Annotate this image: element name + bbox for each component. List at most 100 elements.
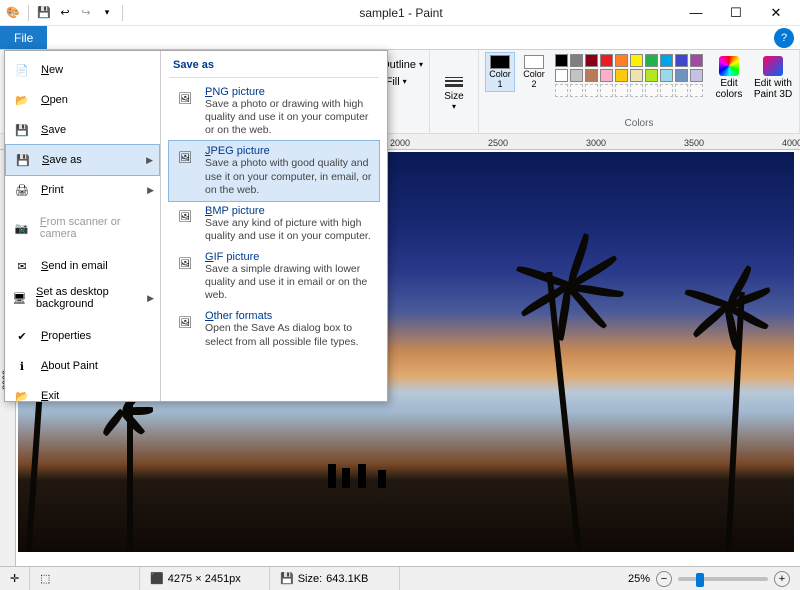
palette-color[interactable]: [645, 84, 658, 97]
help-icon[interactable]: ?: [774, 28, 794, 48]
dimensions-cell: ⬛4275 × 2451px: [140, 567, 270, 590]
undo-quick-icon[interactable]: ↩: [56, 4, 74, 22]
new-icon: 📄: [11, 60, 33, 80]
saveas-option-title: GIF picture: [205, 251, 375, 263]
palette-color[interactable]: [600, 84, 613, 97]
zoom-thumb[interactable]: [696, 573, 704, 587]
edit-colors-icon: [719, 56, 739, 76]
file-menu-item-print[interactable]: 🖨Print▶: [5, 175, 160, 205]
palette-color[interactable]: [570, 84, 583, 97]
zoom-out-button[interactable]: −: [656, 571, 672, 587]
exit-icon: 📂: [11, 386, 33, 406]
paint-3d-button[interactable]: Edit with Paint 3D: [753, 52, 793, 100]
color-2-button[interactable]: Color 2: [519, 52, 549, 92]
palette-color[interactable]: [660, 69, 673, 82]
colors-group-label: Colors: [625, 118, 654, 131]
edit-colors-button[interactable]: Edit colors: [709, 52, 749, 100]
minimize-button[interactable]: —: [676, 0, 716, 26]
open-icon: 📂: [11, 90, 33, 110]
palette-color[interactable]: [555, 84, 568, 97]
saveas-icon: 💾: [12, 150, 34, 170]
file-menu-item-desktop[interactable]: 🖥Set as desktop background▶: [5, 281, 160, 315]
palette-color[interactable]: [645, 69, 658, 82]
palette-color[interactable]: [585, 54, 598, 67]
window-title: sample1 - Paint: [126, 6, 676, 20]
saveas-option-gif[interactable]: 🖼GIF pictureSave a simple drawing with l…: [169, 247, 379, 306]
file-menu: 📄New📂Open💾Save💾Save as▶🖨Print▶📷From scan…: [4, 50, 388, 402]
saveas-option-desc: Save any kind of picture with high quali…: [205, 217, 375, 243]
email-icon: ✉: [11, 256, 33, 276]
palette-color[interactable]: [675, 84, 688, 97]
selection-cell: ⬚: [30, 567, 140, 590]
file-menu-item-new[interactable]: 📄New: [5, 55, 160, 85]
size-group: Size ▾: [430, 50, 479, 133]
saveas-option-desc: Save a simple drawing with lower quality…: [205, 263, 375, 302]
saveas-option-desc: Save a photo or drawing with high qualit…: [205, 98, 375, 137]
colors-group: Color 1 Color 2 Edit colors Edit with Pa…: [479, 50, 800, 133]
saveas-option-bmp[interactable]: 🖼BMP pictureSave any kind of picture wit…: [169, 201, 379, 247]
qat-dropdown-icon[interactable]: ▾: [98, 4, 116, 22]
saveas-option-other[interactable]: 🖼Other formatsOpen the Save As dialog bo…: [169, 306, 379, 352]
zoom-in-button[interactable]: +: [774, 571, 790, 587]
saveas-option-jpeg[interactable]: 🖼JPEG pictureSave a photo with good qual…: [168, 140, 380, 201]
properties-icon: ✔: [11, 326, 33, 346]
file-menu-label: From scanner or camera: [40, 216, 154, 240]
palette-color[interactable]: [630, 54, 643, 67]
file-menu-item-about[interactable]: ℹAbout Paint: [5, 351, 160, 381]
file-menu-left: 📄New📂Open💾Save💾Save as▶🖨Print▶📷From scan…: [5, 51, 161, 401]
submenu-arrow-icon: ▶: [147, 293, 154, 304]
palette-color[interactable]: [600, 69, 613, 82]
file-menu-item-saveas[interactable]: 💾Save as▶: [5, 144, 160, 176]
maximize-button[interactable]: ☐: [716, 0, 756, 26]
zoom-slider[interactable]: [678, 577, 768, 581]
palette-color[interactable]: [585, 69, 598, 82]
paint-3d-icon: [763, 56, 783, 76]
saveas-option-desc: Open the Save As dialog box to select fr…: [205, 322, 375, 348]
file-menu-label: Properties: [41, 330, 91, 342]
color-1-button[interactable]: Color 1: [485, 52, 515, 92]
cursor-icon: ✛: [10, 572, 19, 585]
palette-color[interactable]: [690, 84, 703, 97]
palette-color[interactable]: [615, 54, 628, 67]
palette-color[interactable]: [630, 69, 643, 82]
palette-color[interactable]: [675, 69, 688, 82]
palette-color[interactable]: [630, 84, 643, 97]
file-menu-label: Set as desktop background: [36, 286, 139, 310]
file-menu-item-exit[interactable]: 📂Exit: [5, 381, 160, 411]
palette-color[interactable]: [615, 84, 628, 97]
save-icon: 💾: [11, 120, 33, 140]
palette-color[interactable]: [660, 54, 673, 67]
save-quick-icon[interactable]: 💾: [35, 4, 53, 22]
palette-color[interactable]: [585, 84, 598, 97]
palette-color[interactable]: [600, 54, 613, 67]
saveas-option-title: JPEG picture: [205, 145, 375, 157]
bmp-format-icon: 🖼: [173, 205, 197, 229]
redo-quick-icon[interactable]: ↪: [77, 4, 95, 22]
file-menu-item-properties[interactable]: ✔ Properties: [5, 321, 160, 351]
filesize-cell: 💾Size: 643.1KB: [270, 567, 400, 590]
palette-color[interactable]: [690, 54, 703, 67]
palette-color[interactable]: [555, 69, 568, 82]
close-button[interactable]: ✕: [756, 0, 796, 26]
palette-color[interactable]: [615, 69, 628, 82]
file-menu-button[interactable]: File: [0, 26, 47, 49]
palette-color[interactable]: [570, 69, 583, 82]
disk-icon: 💾: [280, 572, 294, 585]
scanner-icon: 📷: [11, 218, 32, 238]
file-menu-item-open[interactable]: 📂Open: [5, 85, 160, 115]
palette-color[interactable]: [555, 54, 568, 67]
palette-color[interactable]: [675, 54, 688, 67]
file-menu-label: Save as: [42, 154, 82, 166]
palette-color[interactable]: [645, 54, 658, 67]
file-menu-item-email[interactable]: ✉Send in email: [5, 251, 160, 281]
file-menu-item-save[interactable]: 💾Save: [5, 115, 160, 145]
palette-color[interactable]: [570, 54, 583, 67]
size-button[interactable]: Size ▾: [436, 73, 472, 111]
saveas-option-png[interactable]: 🖼PNG pictureSave a photo or drawing with…: [169, 82, 379, 141]
people-silhouette: [328, 448, 408, 488]
zoom-controls: 25% − +: [618, 571, 800, 587]
file-menu-label: About Paint: [41, 360, 98, 372]
palette-color[interactable]: [690, 69, 703, 82]
save-as-header: Save as: [169, 57, 379, 78]
palette-color[interactable]: [660, 84, 673, 97]
